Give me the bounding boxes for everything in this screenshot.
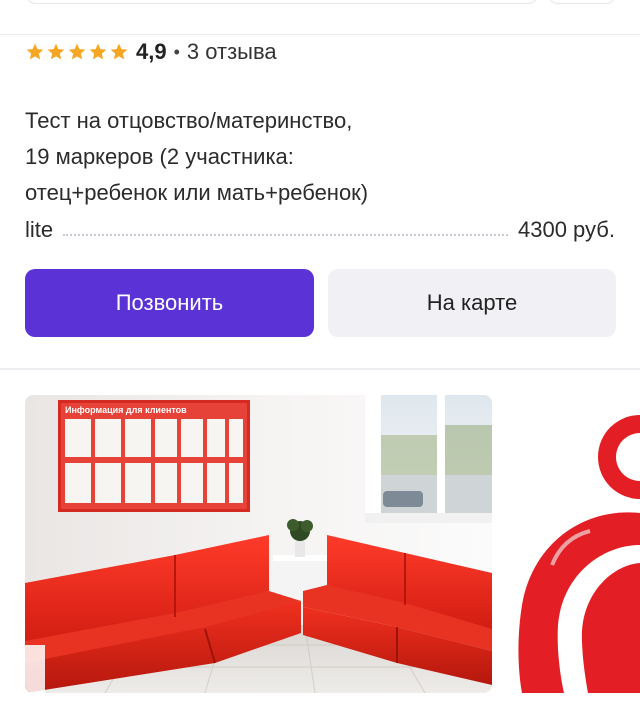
service-title-line: Тест на отцовство/материнство,: [25, 108, 353, 133]
info-board-sign: Информация для клиентов: [65, 405, 187, 415]
waiting-room-illustration: Информация для клиентов: [25, 395, 492, 693]
reviews-count-link[interactable]: 3 отзыва: [187, 39, 277, 65]
star-icon: [47, 43, 65, 60]
price-row: lite 4300 руб.: [25, 214, 615, 246]
star-icon: [110, 43, 128, 60]
star-icon: [89, 43, 107, 60]
gallery-photo-logo[interactable]: [512, 395, 640, 693]
top-card-area: [0, 0, 640, 34]
price-variant: lite: [25, 217, 54, 242]
section-divider: [0, 368, 640, 370]
divider: [0, 34, 640, 35]
top-card-edge-secondary: [548, 0, 616, 4]
price-leader-dots: [63, 234, 508, 236]
call-button[interactable]: Позвонить: [25, 269, 314, 337]
service-title-line: 19 маркеров (2 участника:: [25, 144, 294, 169]
map-button[interactable]: На карте: [328, 269, 616, 337]
lab-logo-illustration: [512, 395, 640, 693]
star-icon: [26, 43, 44, 60]
star-icon: [68, 43, 86, 60]
gallery-photo-waiting-room[interactable]: Информация для клиентов: [25, 395, 492, 693]
service-title: Тест на отцовство/материнство, 19 маркер…: [25, 103, 585, 211]
top-card-edge: [26, 0, 538, 4]
price-value: 4300 руб.: [517, 217, 615, 242]
rating-stars: [25, 42, 129, 62]
rating-separator: •: [173, 41, 180, 62]
service-title-line: отец+ребенок или мать+ребенок): [25, 180, 369, 205]
rating-row[interactable]: 4,9 • 3 отзыва: [25, 38, 277, 66]
rating-value: 4,9: [136, 39, 167, 64]
